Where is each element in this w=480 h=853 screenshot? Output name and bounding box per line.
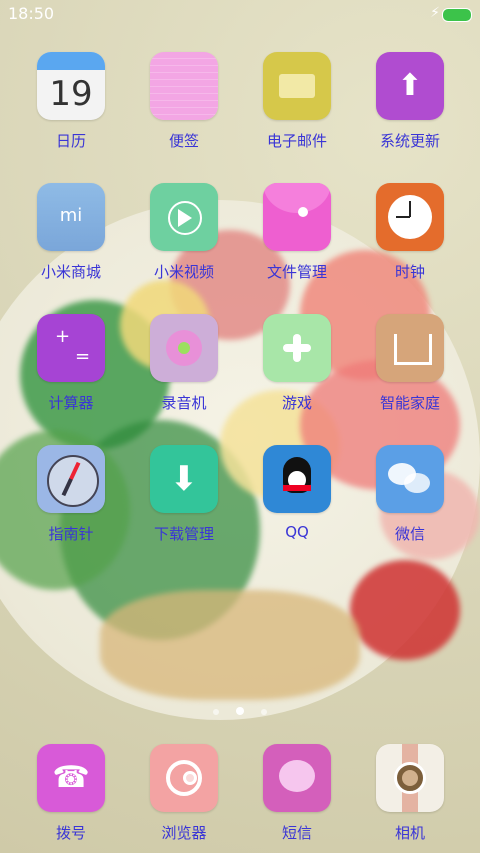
app-label: 电子邮件 — [266, 132, 327, 150]
calendar-icon: 19 — [37, 52, 105, 120]
email-icon — [263, 52, 331, 120]
app-calculator[interactable]: + = 计算器 — [15, 314, 127, 413]
recorder-icon — [150, 314, 218, 382]
app-recorder[interactable]: 录音机 — [128, 314, 240, 413]
status-bar: 18:50 ⚡ — [0, 0, 480, 28]
page-dot — [261, 709, 268, 715]
app-system-update[interactable]: ⬆ 系统更新 — [354, 52, 466, 151]
sms-icon — [263, 744, 331, 812]
dock-browser[interactable]: 浏览器 — [128, 744, 240, 843]
qq-icon — [263, 445, 331, 513]
video-icon — [150, 183, 218, 251]
lightning-icon: ⚡ — [430, 5, 440, 21]
app-label: 时钟 — [394, 263, 425, 281]
browser-icon — [150, 744, 218, 812]
app-label: 指南针 — [48, 525, 94, 543]
calculator-icon: + = — [37, 314, 105, 382]
app-label: 系统更新 — [379, 132, 440, 150]
app-game[interactable]: 游戏 — [241, 314, 353, 413]
app-qq[interactable]: QQ — [241, 445, 353, 541]
app-download-manager[interactable]: ⬇ 下载管理 — [128, 445, 240, 544]
app-smart-home[interactable]: 智能家庭 — [354, 314, 466, 413]
app-label: 小米视频 — [153, 263, 214, 281]
status-time: 18:50 — [8, 4, 55, 23]
compass-icon — [37, 445, 105, 513]
app-label: 小米商城 — [40, 263, 101, 281]
app-wechat[interactable]: 微信 — [354, 445, 466, 544]
app-label: 录音机 — [161, 394, 207, 412]
app-label: 游戏 — [281, 394, 312, 412]
app-notes[interactable]: 便签 — [128, 52, 240, 151]
game-icon — [263, 314, 331, 382]
app-mi-store[interactable]: mi 小米商城 — [15, 183, 127, 282]
app-file-manager[interactable]: 文件管理 — [241, 183, 353, 282]
page-indicator — [0, 700, 480, 719]
wallpaper-blob — [350, 560, 460, 660]
dock-phone[interactable]: ☎ 拨号 — [15, 744, 127, 843]
app-email[interactable]: 电子邮件 — [241, 52, 353, 151]
clock-icon — [376, 183, 444, 251]
dock-camera[interactable]: 相机 — [354, 744, 466, 843]
app-label: 日历 — [55, 132, 86, 150]
app-label: QQ — [285, 523, 309, 541]
app-label: 短信 — [281, 824, 312, 842]
phone-icon: ☎ — [37, 744, 105, 812]
app-label: 相机 — [394, 824, 425, 842]
app-label: 文件管理 — [266, 263, 327, 281]
calendar-day: 19 — [49, 74, 93, 114]
app-compass[interactable]: 指南针 — [15, 445, 127, 544]
app-label: 拨号 — [55, 824, 86, 842]
dock-sms[interactable]: 短信 — [241, 744, 353, 843]
wechat-icon — [376, 445, 444, 513]
app-clock[interactable]: 时钟 — [354, 183, 466, 282]
app-label: 智能家庭 — [379, 394, 440, 412]
download-icon: ⬇ — [150, 445, 218, 513]
app-label: 浏览器 — [161, 824, 207, 842]
file-manager-icon — [263, 183, 331, 251]
wallpaper-blob — [100, 590, 360, 700]
app-label: 微信 — [394, 525, 425, 543]
mi-logo-text: mi — [59, 205, 83, 226]
app-label: 下载管理 — [153, 525, 214, 543]
app-label: 计算器 — [48, 394, 94, 412]
smart-home-icon — [376, 314, 444, 382]
battery-icon — [442, 8, 472, 22]
mi-store-icon: mi — [37, 183, 105, 251]
app-calendar[interactable]: 19 日历 — [15, 52, 127, 151]
notes-icon — [150, 52, 218, 120]
camera-icon — [376, 744, 444, 812]
update-icon: ⬆ — [376, 52, 444, 120]
app-label: 便签 — [168, 132, 199, 150]
page-dot — [212, 709, 219, 715]
app-mi-video[interactable]: 小米视频 — [128, 183, 240, 282]
page-dot-active — [236, 707, 244, 715]
